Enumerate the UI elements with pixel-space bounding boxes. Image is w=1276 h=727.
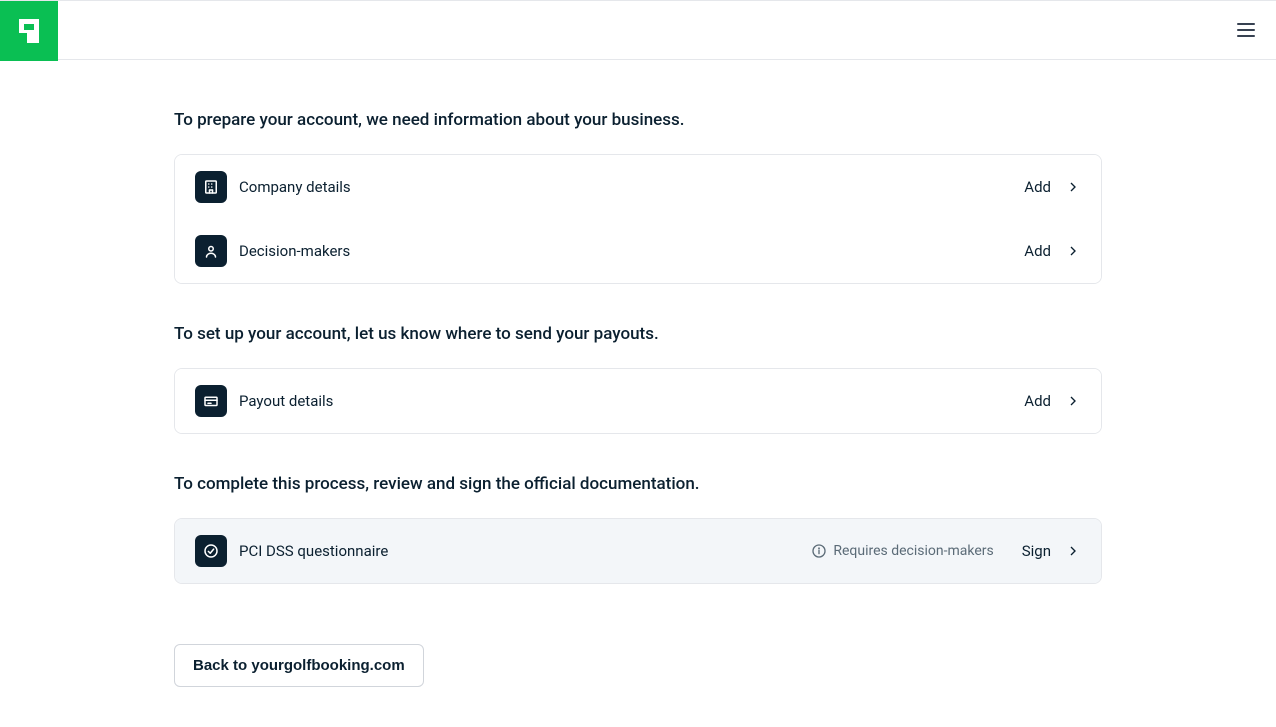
logo[interactable] [0, 1, 58, 61]
company-details-row[interactable]: Company details Add [175, 155, 1101, 219]
section-heading: To complete this process, review and sig… [174, 474, 1102, 494]
row-label: Company details [239, 178, 1024, 196]
row-label: PCI DSS questionnaire [239, 542, 811, 560]
row-action: Add [1024, 392, 1051, 410]
row-note-text: Requires decision-makers [833, 543, 993, 559]
building-icon [195, 171, 227, 203]
card-group: ✗ Payout details Add [174, 368, 1102, 434]
card-group: ✗ PCI DSS questionnaire Requires decisi [174, 518, 1102, 584]
header [0, 0, 1276, 60]
main-content: To prepare your account, we need informa… [174, 60, 1102, 727]
info-icon [811, 543, 827, 559]
card-icon [195, 385, 227, 417]
row-action: Add [1024, 242, 1051, 260]
person-icon [195, 235, 227, 267]
row-label: Payout details [239, 392, 1024, 410]
chevron-right-icon [1065, 179, 1081, 195]
decision-makers-row[interactable]: Decision-makers Add [175, 219, 1101, 283]
row-label: Decision-makers [239, 242, 1024, 260]
chevron-right-icon [1065, 543, 1081, 559]
logo-icon [13, 15, 45, 47]
section-heading: To prepare your account, we need informa… [174, 110, 1102, 130]
chevron-right-icon [1065, 243, 1081, 259]
chevron-right-icon [1065, 393, 1081, 409]
check-circle-icon [195, 535, 227, 567]
card-group: ✗ Company details Add [174, 154, 1102, 284]
back-button[interactable]: Back to yourgolfbooking.com [174, 644, 424, 687]
menu-button[interactable] [1216, 1, 1276, 59]
row-action: Sign [1022, 542, 1051, 560]
row-action: Add [1024, 178, 1051, 196]
payout-details-row[interactable]: Payout details Add [175, 369, 1101, 433]
hamburger-icon [1237, 23, 1255, 37]
pci-questionnaire-row[interactable]: PCI DSS questionnaire Requires decision-… [175, 519, 1101, 583]
row-note: Requires decision-makers [811, 543, 993, 559]
section-heading: To set up your account, let us know wher… [174, 324, 1102, 344]
